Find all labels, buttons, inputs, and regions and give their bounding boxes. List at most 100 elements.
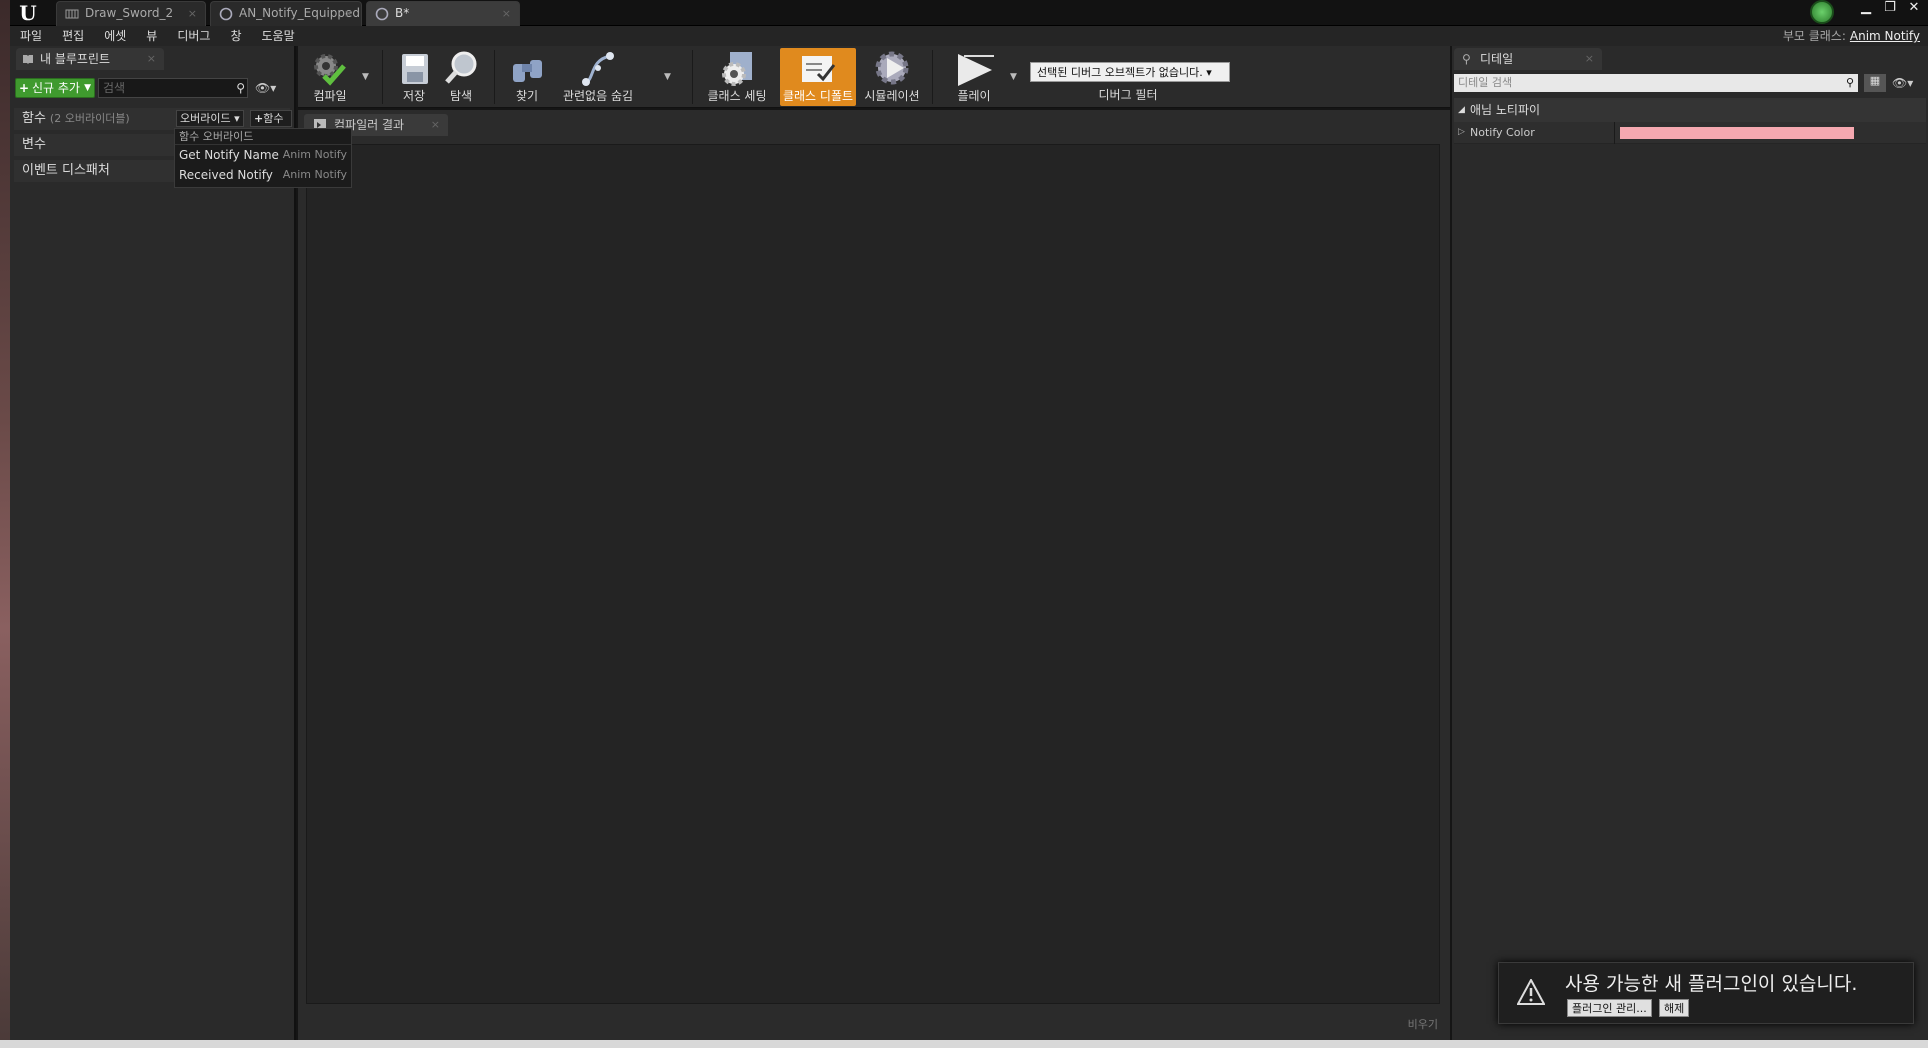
expand-triangle-icon[interactable]: ▷ [1458, 127, 1465, 137]
menu-view[interactable]: 뷰 [136, 26, 167, 46]
manage-plugins-button[interactable]: 플러그인 관리... [1567, 999, 1652, 1017]
doc-tab-label: AN_Notify_Equipped [239, 6, 361, 20]
details-panel: ⚲ 디테일 × 디테일 검색 ⚲ ▦ 👁▾ ◢ 애님 노티파이 ▷ Notify… [1452, 46, 1928, 1040]
menu-item-received-notify[interactable]: Received Notify Anim Notify [175, 165, 351, 185]
close-icon[interactable]: × [344, 2, 353, 25]
menu-asset[interactable]: 에셋 [94, 26, 136, 46]
doc-tab-an-notify-equipped[interactable]: AN_Notify_Equipped × [210, 1, 362, 26]
add-new-button[interactable]: + 신규 추가 ▼ [15, 78, 95, 98]
hide-unrelated-button[interactable]: 관련없음 숨김 [556, 48, 640, 106]
simulation-button[interactable]: 시뮬레이션 [858, 48, 926, 106]
doc-tab-draw-sword[interactable]: Draw_Sword_2 × [56, 1, 206, 26]
window-controls: ▁ ❐ ✕ [1858, 0, 1922, 20]
warning-icon [1517, 979, 1545, 1005]
property-name: Notify Color [1470, 126, 1535, 139]
compiler-log-area[interactable] [306, 144, 1440, 1004]
compile-button[interactable]: 컴파일 [302, 48, 358, 106]
search-icon: ⚲ [236, 81, 245, 95]
play-icon [958, 54, 994, 86]
override-label: 오버라이드 [180, 112, 231, 125]
color-swatch[interactable] [1620, 127, 1854, 139]
play-label: 플레이 [957, 89, 991, 103]
separator [692, 50, 693, 104]
category-label: 애님 노티파이 [1470, 103, 1541, 117]
doc-tab-b[interactable]: B* × [366, 1, 520, 26]
browse-magnifier-icon [445, 51, 477, 84]
menu-item-get-notify-name[interactable]: Get Notify Name Anim Notify [175, 145, 351, 165]
add-function-label: 함수 [263, 112, 284, 125]
compile-options-chevron-icon[interactable]: ▼ [362, 72, 369, 82]
book-icon [23, 55, 33, 64]
blueprint-circle-icon [375, 7, 389, 21]
menu-window[interactable]: 창 [220, 26, 251, 46]
tab-my-blueprint[interactable]: 내 블루프린트 × [16, 48, 164, 70]
close-icon[interactable]: × [502, 2, 511, 25]
menu-debug[interactable]: 디버그 [167, 26, 220, 46]
class-defaults-button[interactable]: 클래스 디폴트 [780, 48, 856, 106]
hide-unrelated-chevron-icon[interactable]: ▼ [664, 72, 671, 82]
search-placeholder: 디테일 검색 [1458, 76, 1513, 89]
editor-window: { "doc_tabs": [ {"label": "Draw_Sword_2"… [0, 0, 1928, 1048]
doc-tab-label: Draw_Sword_2 [85, 6, 174, 20]
menu-item-label: Received Notify [179, 168, 273, 182]
find-label: 찾기 [515, 89, 539, 103]
debug-object-select[interactable]: 선택된 디버그 오브젝트가 없습니다. ▾ [1030, 62, 1230, 82]
parent-class-link[interactable]: Anim Notify [1850, 29, 1920, 43]
menu-file[interactable]: 파일 [10, 26, 52, 46]
anim-notify-category[interactable]: ◢ 애님 노티파이 [1454, 98, 1926, 122]
view-options-eye-icon[interactable]: 👁▾ [255, 78, 276, 98]
minimize-icon[interactable]: ▁ [1858, 0, 1874, 20]
event-dispatchers-label: 이벤트 디스패처 [22, 163, 110, 178]
details-search-input[interactable]: 디테일 검색 ⚲ [1454, 74, 1858, 92]
source-control-icon[interactable] [1810, 0, 1834, 24]
browse-label: 탐색 [449, 89, 473, 103]
class-defaults-label: 클래스 디폴트 [782, 89, 854, 103]
compiler-results-panel: 컴파일러 결과 × 비우기 [298, 110, 1450, 1040]
notification-message: 사용 가능한 새 플러그인이 있습니다. [1565, 973, 1858, 995]
plus-icon: + [254, 112, 264, 125]
debug-object-value: 선택된 디버그 오브젝트가 없습니다. [1037, 66, 1203, 79]
class-settings-gear-icon [722, 52, 752, 86]
save-disk-icon [402, 54, 428, 84]
plugin-notification: 사용 가능한 새 플러그인이 있습니다. 플러그인 관리... 해제 [1498, 962, 1914, 1024]
functions-category[interactable]: 함수 (2 오버라이더블) [14, 108, 290, 130]
class-settings-button[interactable]: 클래스 세팅 [702, 48, 772, 106]
find-button[interactable]: 찾기 [504, 48, 550, 106]
separator [382, 50, 383, 104]
variables-label: 변수 [22, 137, 46, 152]
close-window-icon[interactable]: ✕ [1906, 0, 1922, 20]
menu-help[interactable]: 도움말 [252, 26, 305, 46]
search-placeholder: 검색 [103, 81, 126, 95]
find-binoculars-icon [513, 60, 542, 82]
functions-label: 함수 [22, 111, 46, 126]
dismiss-button[interactable]: 해제 [1659, 999, 1690, 1017]
close-icon[interactable]: × [1585, 48, 1594, 70]
column-divider[interactable] [1614, 122, 1615, 144]
menu-edit[interactable]: 편집 [52, 26, 94, 46]
tab-details[interactable]: ⚲ 디테일 × [1454, 48, 1602, 70]
play-button[interactable]: 플레이 [942, 48, 1006, 106]
clear-button[interactable]: 비우기 [1408, 1016, 1438, 1032]
override-function-menu: 함수 오버라이드 Get Notify Name Anim Notify Rec… [174, 128, 352, 188]
menu-item-label: Get Notify Name [179, 148, 279, 162]
plus-icon: + [19, 81, 30, 95]
title-bar: U Draw_Sword_2 × AN_Notify_Equipped × B*… [10, 0, 1928, 26]
close-icon[interactable]: × [147, 48, 156, 70]
close-icon[interactable]: × [188, 2, 197, 25]
save-button[interactable]: 저장 [392, 48, 436, 106]
hide-unrelated-label: 관련없음 숨김 [562, 89, 634, 103]
tab-label: 디테일 [1480, 52, 1514, 66]
view-options-eye-icon[interactable]: 👁▾ [1892, 74, 1913, 92]
search-input[interactable]: 검색 ⚲ [98, 78, 248, 98]
override-button[interactable]: 오버라이드 ▾ [176, 110, 244, 127]
add-function-button[interactable]: +함수 [250, 110, 292, 127]
maximize-icon[interactable]: ❐ [1882, 0, 1898, 20]
add-new-label: 신규 추가 [32, 81, 80, 95]
close-icon[interactable]: × [431, 114, 440, 136]
browse-button[interactable]: 탐색 [438, 48, 484, 106]
details-magnifier-icon: ⚲ [1462, 52, 1471, 66]
play-options-chevron-icon[interactable]: ▼ [1010, 72, 1017, 82]
chevron-down-icon: ▾ [1206, 66, 1212, 79]
property-matrix-icon[interactable]: ▦ [1864, 74, 1886, 92]
simulation-gear-play-icon [875, 51, 909, 85]
